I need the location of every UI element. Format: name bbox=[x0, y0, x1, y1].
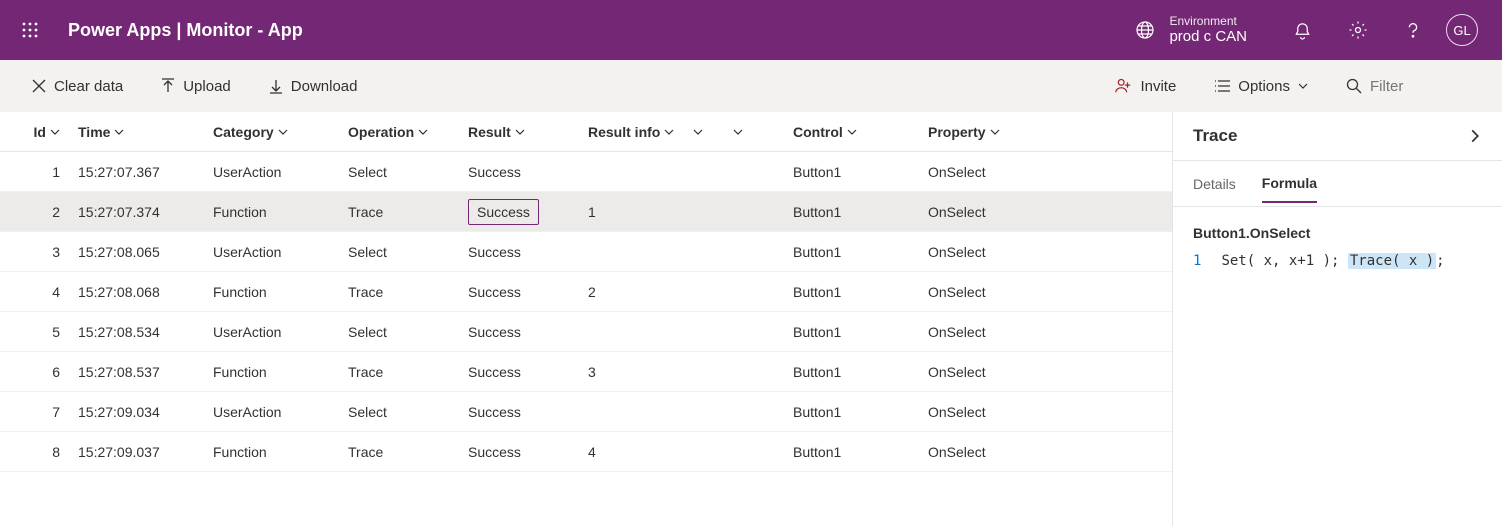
environment-name: prod c CAN bbox=[1169, 28, 1247, 46]
grid-header-row: Id Time Category Operation Result Result… bbox=[0, 112, 1172, 152]
events-grid: Id Time Category Operation Result Result… bbox=[0, 112, 1172, 526]
help-button[interactable] bbox=[1385, 0, 1440, 60]
side-panel-tabs: Details Formula bbox=[1173, 161, 1502, 207]
help-icon bbox=[1404, 21, 1422, 39]
table-row[interactable]: 715:27:09.034UserActionSelectSuccessButt… bbox=[0, 392, 1172, 432]
waffle-icon bbox=[22, 22, 38, 38]
app-launcher-button[interactable] bbox=[12, 12, 48, 48]
search-icon bbox=[1346, 78, 1362, 94]
line-number: 1 bbox=[1193, 253, 1201, 269]
toolbar: Clear data Upload Download Invite Option… bbox=[0, 60, 1502, 112]
app-title: Power Apps | Monitor - App bbox=[68, 20, 303, 41]
formula-body: Button1.OnSelect 1 Set( x, x+1 ); Trace(… bbox=[1173, 207, 1502, 287]
side-panel-header: Trace bbox=[1173, 112, 1502, 161]
notifications-button[interactable] bbox=[1275, 0, 1330, 60]
chevron-down-icon bbox=[114, 127, 124, 137]
download-label: Download bbox=[291, 78, 358, 95]
options-button[interactable]: Options bbox=[1206, 72, 1316, 101]
environment-label: Environment bbox=[1169, 14, 1247, 28]
table-row[interactable]: 615:27:08.537FunctionTraceSuccess3Button… bbox=[0, 352, 1172, 392]
column-header-operation[interactable]: Operation bbox=[348, 124, 468, 140]
options-label: Options bbox=[1238, 78, 1290, 95]
filter-input-group[interactable] bbox=[1338, 72, 1478, 101]
bell-icon bbox=[1293, 21, 1312, 40]
download-button[interactable]: Download bbox=[261, 72, 366, 101]
invite-button[interactable]: Invite bbox=[1106, 71, 1184, 101]
side-panel-title: Trace bbox=[1193, 126, 1237, 146]
clear-data-label: Clear data bbox=[54, 78, 123, 95]
chevron-down-icon bbox=[418, 127, 428, 137]
side-panel: Trace Details Formula Button1.OnSelect 1… bbox=[1172, 112, 1502, 526]
column-header-result[interactable]: Result bbox=[468, 124, 588, 140]
table-row[interactable]: 415:27:08.068FunctionTraceSuccess2Button… bbox=[0, 272, 1172, 312]
formula-code: 1 Set( x, x+1 ); Trace( x ); bbox=[1193, 253, 1482, 269]
globe-icon bbox=[1135, 20, 1155, 40]
main-content: Id Time Category Operation Result Result… bbox=[0, 112, 1502, 526]
column-header-property[interactable]: Property bbox=[928, 124, 1063, 140]
upload-icon bbox=[161, 78, 175, 94]
list-icon bbox=[1214, 79, 1230, 93]
chevron-down-icon bbox=[664, 127, 674, 137]
table-row[interactable]: 315:27:08.065UserActionSelectSuccessButt… bbox=[0, 232, 1172, 272]
settings-button[interactable] bbox=[1330, 0, 1385, 60]
formula-title: Button1.OnSelect bbox=[1193, 225, 1482, 241]
table-row[interactable]: 115:27:07.367UserActionSelectSuccessButt… bbox=[0, 152, 1172, 192]
upload-label: Upload bbox=[183, 78, 231, 95]
download-icon bbox=[269, 78, 283, 94]
chevron-down-icon bbox=[50, 127, 60, 137]
table-row[interactable]: 515:27:08.534UserActionSelectSuccessButt… bbox=[0, 312, 1172, 352]
chevron-down-icon bbox=[278, 127, 288, 137]
environment-picker[interactable]: Environment prod c CAN bbox=[1117, 14, 1265, 46]
column-header-category[interactable]: Category bbox=[213, 124, 348, 140]
clear-data-button[interactable]: Clear data bbox=[24, 72, 131, 101]
chevron-down-icon bbox=[693, 127, 703, 137]
invite-label: Invite bbox=[1140, 78, 1176, 95]
invite-icon bbox=[1114, 77, 1132, 95]
chevron-down-icon bbox=[990, 127, 1000, 137]
user-avatar[interactable]: GL bbox=[1446, 14, 1478, 46]
column-header-time[interactable]: Time bbox=[78, 124, 213, 140]
app-header: Power Apps | Monitor - App Environment p… bbox=[0, 0, 1502, 60]
column-header-result-info[interactable]: Result info bbox=[588, 124, 693, 140]
chevron-down-icon bbox=[515, 127, 525, 137]
chevron-down-icon bbox=[1298, 81, 1308, 91]
column-header-blank-2[interactable] bbox=[733, 127, 793, 137]
code-highlight: Trace( x ) bbox=[1348, 253, 1436, 269]
close-icon bbox=[32, 79, 46, 93]
upload-button[interactable]: Upload bbox=[153, 72, 239, 101]
column-header-blank-1[interactable] bbox=[693, 127, 733, 137]
tab-details[interactable]: Details bbox=[1193, 166, 1236, 202]
chevron-down-icon bbox=[733, 127, 743, 137]
code-text: Set( x, x+1 ); Trace( x ); bbox=[1221, 253, 1444, 269]
column-header-id[interactable]: Id bbox=[8, 124, 60, 140]
chevron-right-icon[interactable] bbox=[1468, 129, 1482, 143]
chevron-down-icon bbox=[847, 127, 857, 137]
table-row[interactable]: 215:27:07.374FunctionTraceSuccess1Button… bbox=[0, 192, 1172, 232]
table-row[interactable]: 815:27:09.037FunctionTraceSuccess4Button… bbox=[0, 432, 1172, 472]
column-header-control[interactable]: Control bbox=[793, 124, 928, 140]
tab-formula[interactable]: Formula bbox=[1262, 165, 1317, 203]
gear-icon bbox=[1348, 20, 1368, 40]
filter-input[interactable] bbox=[1370, 78, 1470, 95]
